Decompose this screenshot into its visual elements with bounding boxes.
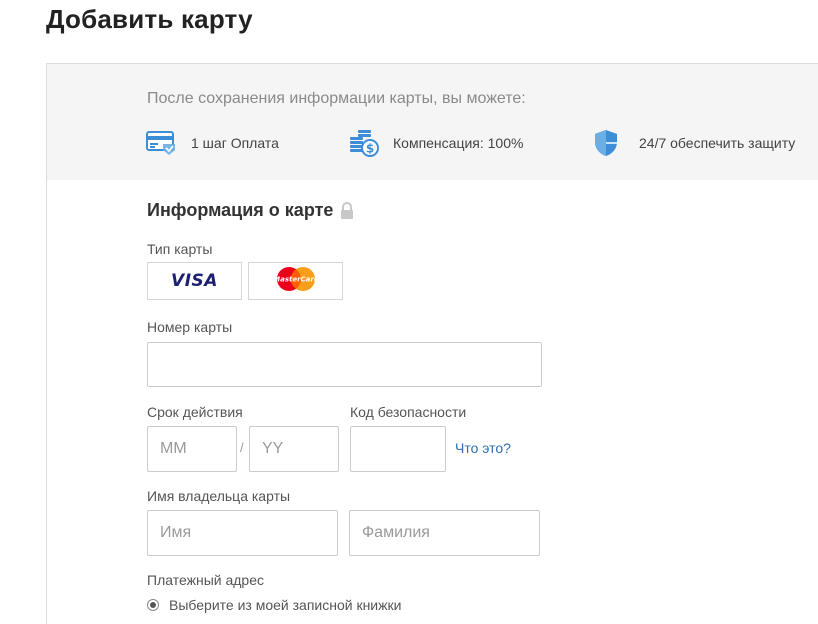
benefits-banner: После сохранения информации карты, вы мо… <box>47 64 818 180</box>
svg-text:$: $ <box>366 142 374 156</box>
lock-icon <box>339 201 355 220</box>
visa-card-type-button[interactable]: VISA <box>147 262 242 300</box>
benefits-heading: После сохранения информации карты, вы мо… <box>147 90 526 107</box>
add-card-panel: После сохранения информации карты, вы мо… <box>46 63 818 624</box>
billing-address-label: Платежный адрес <box>147 572 264 588</box>
mastercard-card-type-button[interactable]: MasterCard <box>248 262 343 300</box>
expiry-year-input[interactable] <box>249 426 339 472</box>
security-code-help-link[interactable]: Что это? <box>455 440 511 456</box>
shield-icon <box>593 128 627 158</box>
visa-logo: VISA <box>171 271 218 291</box>
benefit-protection: 24/7 обеспечить защиту <box>593 128 795 158</box>
benefit-text: 1 шаг Оплата <box>191 135 279 151</box>
security-code-label: Код безопасности <box>350 404 467 420</box>
card-type-label: Тип карты <box>147 241 213 257</box>
coins-stack-icon: $ <box>347 128 381 158</box>
benefit-one-step-payment: 1 шаг Оплата <box>145 128 279 158</box>
mastercard-logo: MasterCard <box>273 264 319 299</box>
expiry-separator: / <box>240 440 244 455</box>
card-info-title: Информация о карте <box>147 200 355 221</box>
benefit-compensation: $ Компенсация: 100% <box>347 128 523 158</box>
card-holder-label: Имя владельца карты <box>147 488 291 504</box>
card-info-title-text: Информация о карте <box>147 200 334 220</box>
page-title: Добавить карту <box>46 4 253 34</box>
expiry-month-input[interactable] <box>147 426 237 472</box>
billing-address-radio[interactable] <box>147 599 159 611</box>
security-code-input[interactable] <box>350 426 446 472</box>
first-name-input[interactable] <box>147 510 338 556</box>
svg-text:MasterCard: MasterCard <box>273 275 319 283</box>
benefit-text: 24/7 обеспечить защиту <box>639 135 796 151</box>
expiry-label: Срок действия <box>147 404 243 420</box>
card-number-label: Номер карты <box>147 319 233 335</box>
billing-address-option-label: Выберите из моей записной книжки <box>169 597 402 613</box>
card-payment-icon <box>145 128 179 158</box>
card-number-input[interactable] <box>147 342 542 387</box>
last-name-input[interactable] <box>349 510 540 556</box>
billing-address-option[interactable]: Выберите из моей записной книжки <box>147 597 401 613</box>
benefit-text: Компенсация: 100% <box>393 135 524 151</box>
